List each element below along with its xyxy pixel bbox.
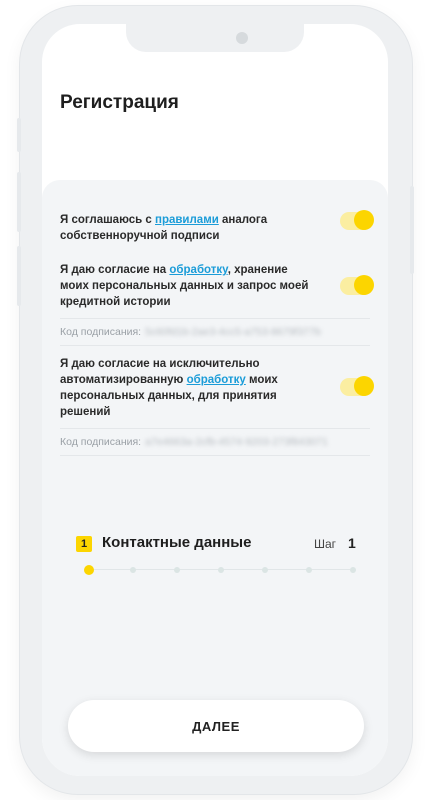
mute-switch bbox=[17, 118, 21, 152]
consent-item-processing: Я даю согласие на обработку, хранение мо… bbox=[60, 262, 360, 310]
volume-down-button bbox=[17, 246, 21, 306]
toggle-knob bbox=[354, 376, 374, 396]
consent-panel: Я соглашаюсь с правилами аналога собстве… bbox=[42, 180, 388, 776]
toggle-knob bbox=[354, 275, 374, 295]
step-word: Шаг bbox=[314, 537, 337, 551]
progress-dot bbox=[306, 567, 312, 573]
progress-dot-active bbox=[84, 565, 94, 575]
progress-dot bbox=[350, 567, 356, 573]
progress-dot bbox=[130, 567, 136, 573]
consent-text: Я соглашаюсь с правилами аналога собстве… bbox=[60, 214, 268, 242]
power-button bbox=[410, 186, 414, 274]
step-badge: 1 bbox=[76, 536, 92, 552]
consent-toggle-processing[interactable] bbox=[340, 275, 374, 295]
processing-link[interactable]: обработку bbox=[169, 264, 227, 276]
rules-link[interactable]: правилами bbox=[155, 214, 219, 226]
automated-processing-link[interactable]: обработку bbox=[187, 374, 246, 386]
page-title: Регистрация bbox=[60, 92, 179, 113]
consent-item-asp: Я соглашаюсь с правилами аналога собстве… bbox=[60, 212, 360, 244]
progress-dot bbox=[262, 567, 268, 573]
toggle-knob bbox=[354, 210, 374, 230]
step-number: 1 bbox=[348, 535, 356, 551]
phone-screen: Регистрация Я соглашаюсь с правилами ана… bbox=[42, 24, 388, 776]
signature-code-row: Код подписания: 5c60fd1b-2ae3-4cc5-a753-8… bbox=[60, 318, 370, 346]
volume-up-button bbox=[17, 172, 21, 232]
step-progress bbox=[84, 565, 356, 575]
consent-text: Я даю согласие на обработку, хранение мо… bbox=[60, 264, 309, 308]
progress-dot bbox=[174, 567, 180, 573]
step-title: Контактные данные bbox=[102, 534, 252, 551]
consent-item-automated: Я даю согласие на исключительно автомати… bbox=[60, 356, 360, 420]
signature-code-row: Код подписания: a7e4663a-2cfb-4574-9203-2… bbox=[60, 428, 370, 456]
consent-toggle-automated[interactable] bbox=[340, 376, 374, 396]
next-button[interactable]: ДАЛЕЕ bbox=[68, 700, 364, 752]
progress-dot bbox=[218, 567, 224, 573]
consent-text: Я даю согласие на исключительно автомати… bbox=[60, 358, 278, 418]
camera-dot-icon bbox=[236, 32, 248, 44]
consent-toggle-asp[interactable] bbox=[340, 210, 374, 230]
notch bbox=[126, 24, 304, 52]
